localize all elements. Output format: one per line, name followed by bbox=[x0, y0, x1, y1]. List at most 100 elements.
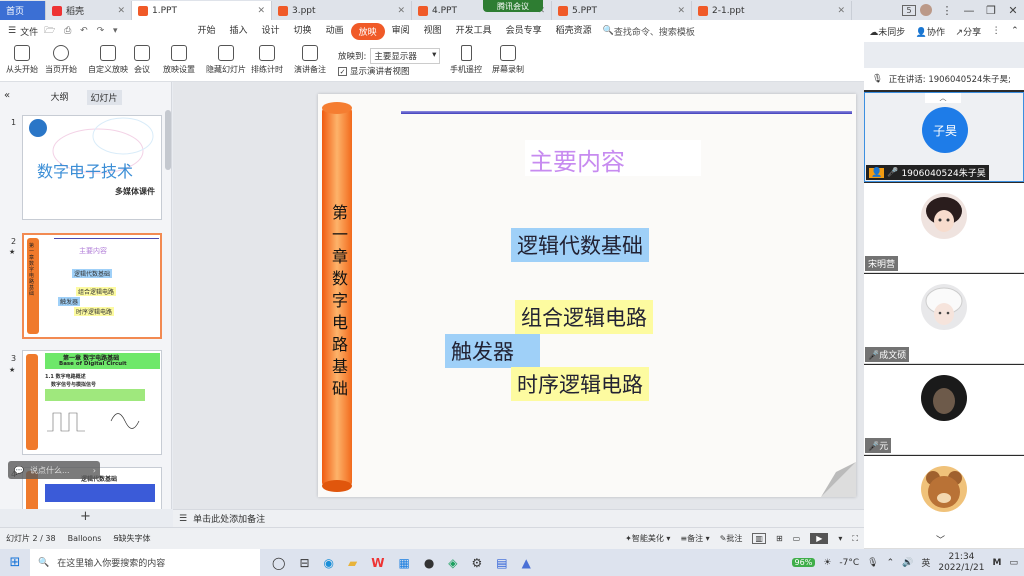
menu-item-2[interactable]: 设计 bbox=[255, 23, 287, 40]
slide-2[interactable]: 第一章数字电路基础 主要内容 逻辑代数基础 组合逻辑电路 触发器 时序逻辑电路 bbox=[318, 94, 856, 497]
mic-tray-icon[interactable]: 🎙 bbox=[867, 558, 878, 568]
ribbon-button-5[interactable]: 隐藏幻灯片 bbox=[206, 45, 246, 75]
comment-button[interactable]: ✎批注 bbox=[720, 533, 743, 544]
ribbon-button-3[interactable]: 会议 bbox=[134, 45, 150, 75]
video-tile-2[interactable]: 宋明营 bbox=[864, 183, 1024, 273]
normal-view-icon[interactable]: ▥ bbox=[752, 533, 766, 544]
tab-0[interactable]: 首页 bbox=[0, 1, 46, 20]
panel-scrollbar[interactable] bbox=[165, 110, 171, 170]
meeting-indicator[interactable]: 腾讯会议 bbox=[483, 0, 543, 12]
close-tab-icon[interactable]: ✕ bbox=[253, 6, 265, 16]
scroll-down-icon[interactable]: ﹀ bbox=[936, 533, 945, 546]
play-button[interactable]: ▶ bbox=[810, 533, 829, 544]
file-menu[interactable]: ☰ 文件 bbox=[0, 25, 38, 38]
close-icon[interactable]: ✕ bbox=[1002, 4, 1024, 17]
menu-item-7[interactable]: 视图 bbox=[417, 23, 449, 40]
task-view-icon[interactable]: ◯ bbox=[272, 556, 285, 570]
tab-3[interactable]: 3.ppt ✕ bbox=[272, 1, 412, 20]
more-icon[interactable]: ⋮ bbox=[936, 4, 958, 17]
add-slide-button[interactable]: + bbox=[80, 509, 94, 524]
expand-up-icon[interactable]: ︿ bbox=[925, 93, 961, 103]
ribbon-button-0[interactable]: 从头开始 bbox=[6, 45, 38, 75]
display-select[interactable]: 主要显示器 ▾ bbox=[370, 48, 441, 64]
notification-icon[interactable]: ▭ bbox=[1009, 558, 1018, 568]
canvas-scrollbar[interactable] bbox=[857, 84, 863, 509]
menu-item-6[interactable]: 审阅 bbox=[385, 23, 417, 40]
notes-bar[interactable]: ☰ 单击此处添加备注 bbox=[173, 509, 864, 527]
weather-temp[interactable]: -7°C bbox=[839, 558, 859, 568]
page-indicator-icon[interactable]: 5 bbox=[902, 4, 916, 16]
play-dropdown-icon[interactable]: ▾ bbox=[838, 534, 842, 543]
menu-item-10[interactable]: 稻壳资源 bbox=[549, 23, 599, 40]
menu-item-0[interactable]: 开始 bbox=[191, 23, 223, 40]
video-tile-1[interactable]: ︿ 子昊 👤 🎤 1906040524朱子昊 bbox=[864, 92, 1024, 182]
tab-2[interactable]: 1.PPT ✕ bbox=[132, 1, 272, 20]
smart-beautify-button[interactable]: ✦智能美化 ▾ bbox=[625, 533, 670, 544]
sync-button[interactable]: ☁未同步 bbox=[869, 25, 905, 38]
ribbon-button-2[interactable]: 自定义放映 bbox=[88, 45, 128, 75]
video-tile-5[interactable]: ﹀ bbox=[864, 456, 1024, 549]
avatar-icon[interactable] bbox=[920, 4, 932, 16]
multitask-icon[interactable]: ⊟ bbox=[299, 556, 309, 570]
ribbon-button-7[interactable]: 演讲备注 bbox=[294, 45, 326, 75]
taskbar-search[interactable]: 🔍 在这里输入你要搜索的内容 bbox=[30, 549, 260, 576]
fit-window-icon[interactable]: ⛶ bbox=[852, 534, 858, 544]
maximize-icon[interactable]: ❐ bbox=[980, 4, 1002, 17]
close-tab-icon[interactable]: ✕ bbox=[393, 6, 405, 16]
tab-1[interactable]: 稻壳 ✕ bbox=[46, 1, 132, 20]
menu-item-3[interactable]: 切换 bbox=[287, 23, 319, 40]
clock[interactable]: 21:34 2022/1/21 bbox=[938, 552, 984, 574]
up-arrow-icon[interactable]: ⌃ bbox=[887, 558, 895, 568]
slide-thumb-3[interactable]: 第一章 数字电路基础 Base of Digital Circuit 1.1 数… bbox=[22, 350, 162, 455]
menu-item-8[interactable]: 开发工具 bbox=[449, 23, 499, 40]
menu-item-1[interactable]: 插入 bbox=[223, 23, 255, 40]
menu-item-5[interactable]: 放映 bbox=[350, 22, 385, 40]
settings-icon[interactable]: ⚙ bbox=[472, 556, 483, 570]
folder-icon[interactable]: ▰ bbox=[348, 556, 357, 570]
phone-remote-button[interactable]: 手机遥控 bbox=[450, 45, 482, 75]
tab-5[interactable]: 5.PPT ✕ bbox=[552, 1, 692, 20]
collab-button[interactable]: 👤协作 bbox=[916, 25, 945, 38]
video-tile-4[interactable]: 🎤元 bbox=[864, 365, 1024, 455]
minimize-icon[interactable]: — bbox=[958, 4, 980, 17]
screen-record-button[interactable]: 屏幕录制 bbox=[492, 45, 524, 75]
ribbon-button-1[interactable]: 当页开始 bbox=[45, 45, 77, 75]
image-app-icon[interactable]: ▲ bbox=[522, 556, 531, 570]
battery-badge[interactable]: 96% bbox=[791, 558, 816, 567]
chart-app-icon[interactable]: ▤ bbox=[496, 556, 507, 570]
volume-icon[interactable]: 🔊 bbox=[902, 558, 913, 568]
more-icon[interactable]: ⋮ bbox=[992, 26, 1001, 36]
edge-icon[interactable]: ◉ bbox=[324, 556, 334, 570]
menu-item-9[interactable]: 会员专享 bbox=[499, 23, 549, 40]
close-tab-icon[interactable]: ✕ bbox=[673, 6, 685, 16]
missing-font-button[interactable]: Ꞩ缺失字体 bbox=[113, 533, 150, 544]
browser-icon[interactable]: ● bbox=[424, 556, 434, 570]
collapse-icon[interactable]: ⌃ bbox=[1011, 26, 1019, 36]
share-button[interactable]: ↗分享 bbox=[956, 25, 982, 38]
pdf-icon[interactable]: ◈ bbox=[448, 556, 457, 570]
store-icon[interactable]: ▦ bbox=[398, 556, 409, 570]
reading-view-icon[interactable]: ▭ bbox=[793, 534, 801, 543]
undo-icons[interactable]: 🗁 ⎙ ↶ ↷ ▾ bbox=[44, 23, 120, 39]
windows-start-icon[interactable]: ⊞ bbox=[0, 555, 30, 570]
tab-6[interactable]: 2-1.ppt ✕ bbox=[692, 1, 852, 20]
ime-indicator[interactable]: 英 bbox=[921, 556, 930, 569]
presenter-view-checkbox[interactable]: ✓ 显示演讲者视图 bbox=[338, 65, 410, 77]
close-tab-icon[interactable]: ✕ bbox=[833, 6, 845, 16]
tab-outline[interactable]: 大纲 bbox=[50, 90, 68, 105]
notes-toggle-button[interactable]: ≡备注 ▾ bbox=[680, 533, 709, 544]
sorter-view-icon[interactable]: ⊞ bbox=[776, 534, 783, 543]
chat-overlay-input[interactable]: 💬 说点什么... › bbox=[8, 461, 100, 479]
video-tile-3[interactable]: 🎤成文硕 bbox=[864, 274, 1024, 364]
app-tray-icon[interactable]: M bbox=[993, 558, 1002, 568]
command-search[interactable]: 查找命令、搜索模板 bbox=[614, 25, 695, 38]
close-tab-icon[interactable]: ✕ bbox=[113, 6, 125, 16]
ribbon-button-6[interactable]: 排练计时 bbox=[251, 45, 283, 75]
tab-slides[interactable]: 幻灯片 bbox=[86, 90, 122, 105]
notes-placeholder[interactable]: 单击此处添加备注 bbox=[193, 512, 265, 525]
menu-item-4[interactable]: 动画 bbox=[319, 23, 351, 40]
slide-thumb-2[interactable]: 第一章数字电路基础 主要内容 逻辑代数基础 组合逻辑电路 触发器 时序逻辑电路 bbox=[22, 233, 162, 339]
wps-icon[interactable]: W bbox=[371, 556, 384, 570]
ribbon-button-4[interactable]: 放映设置 bbox=[163, 45, 195, 75]
slide-thumb-1[interactable]: 数字电子技术 多媒体课件 bbox=[22, 115, 162, 220]
